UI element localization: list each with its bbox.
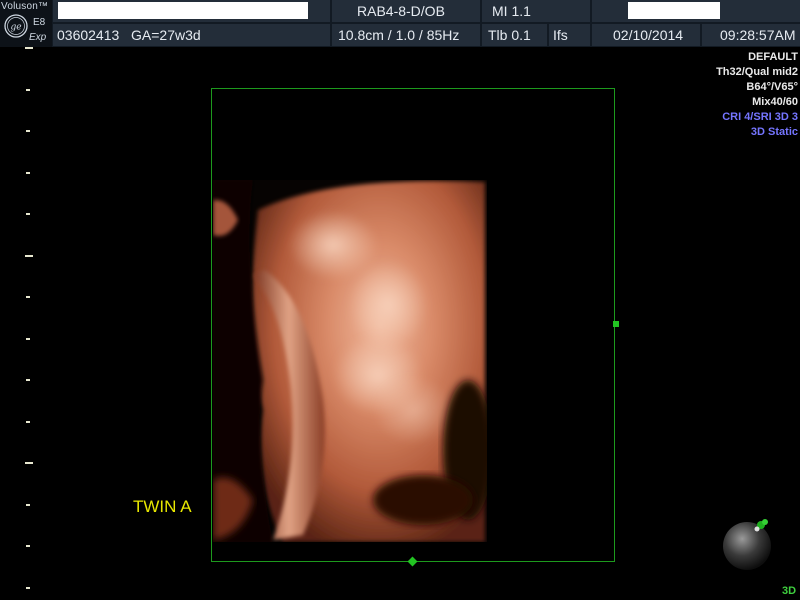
depth-scale <box>0 47 40 600</box>
depth-tick <box>26 337 30 340</box>
depth-tick <box>26 586 30 589</box>
logo-area: Voluson™ ge E8 Exp <box>0 0 52 47</box>
svg-text:ge: ge <box>10 23 21 33</box>
depth-tick <box>26 171 30 174</box>
twin-label: TWIN A <box>133 497 192 516</box>
cri-setting: CRI 4/SRI 3D 3 <box>722 111 798 123</box>
gestational-age: GA=27w3d <box>131 27 201 43</box>
probe-cell: RAB4-8-D/OB <box>332 0 480 22</box>
patient-id: 03602413 <box>57 27 120 43</box>
ultrasound-3d-render <box>213 180 487 542</box>
orientation-sphere-icon[interactable] <box>720 517 774 571</box>
brand-name: Voluson™ <box>1 1 49 12</box>
institution-redaction <box>628 2 720 19</box>
ge-logo-icon: ge <box>4 14 28 38</box>
depth-tick <box>26 545 30 547</box>
roi-resize-handle-right[interactable] <box>613 321 619 327</box>
institution-cell <box>592 0 800 22</box>
depth-tick <box>26 130 30 132</box>
probe-label: RAB4-8-D/OB <box>357 3 445 19</box>
depth-tick <box>26 88 30 91</box>
quality-setting: Th32/Qual mid2 <box>716 66 798 78</box>
tib-cell: Tlb 0.1 <box>482 24 547 46</box>
depth-tick <box>26 379 30 381</box>
ifs-label: Ifs <box>553 27 568 43</box>
depth-tick <box>26 503 30 506</box>
exam-date: 02/10/2014 <box>613 27 684 43</box>
depth-tick <box>26 420 30 423</box>
preset-label: DEFAULT <box>748 51 798 63</box>
time-cell: 09:28:57AM <box>702 24 800 46</box>
depth-cell: 10.8cm / 1.0 / 85Hz <box>332 24 480 46</box>
fetal-face-image <box>213 180 487 542</box>
mode-label: 3D Static <box>750 126 798 138</box>
model-name: E8 <box>33 17 46 28</box>
mi-cell: MI 1.1 <box>482 0 590 22</box>
tib-value: Tlb 0.1 <box>488 27 531 43</box>
date-cell: 02/10/2014 <box>592 24 700 46</box>
top-status-bar: Voluson™ ge E8 Exp RAB4-8-D/OB MI 1.1 03… <box>0 0 800 47</box>
ifs-cell: Ifs <box>549 24 590 46</box>
mix-setting: Mix40/60 <box>752 96 798 108</box>
depth-tick <box>26 296 30 298</box>
depth-tick <box>26 213 30 215</box>
info-panel: DEFAULT Th32/Qual mid2 B64°/V65° Mix40/6… <box>716 50 798 140</box>
patient-name-cell <box>53 0 330 22</box>
angle-setting: B64°/V65° <box>746 81 798 93</box>
exam-time: 09:28:57AM <box>720 27 796 43</box>
depth-frequency: 10.8cm / 1.0 / 85Hz <box>338 27 460 43</box>
depth-tick <box>25 254 33 257</box>
3d-mode-indicator: 3D <box>782 585 797 597</box>
depth-tick <box>25 462 33 464</box>
exam-id-cell: 03602413 GA=27w3d <box>53 24 330 46</box>
patient-name-redaction <box>58 2 308 19</box>
depth-tick <box>25 47 33 49</box>
model-variant: Exp <box>29 32 47 43</box>
mi-value: MI 1.1 <box>492 3 531 19</box>
